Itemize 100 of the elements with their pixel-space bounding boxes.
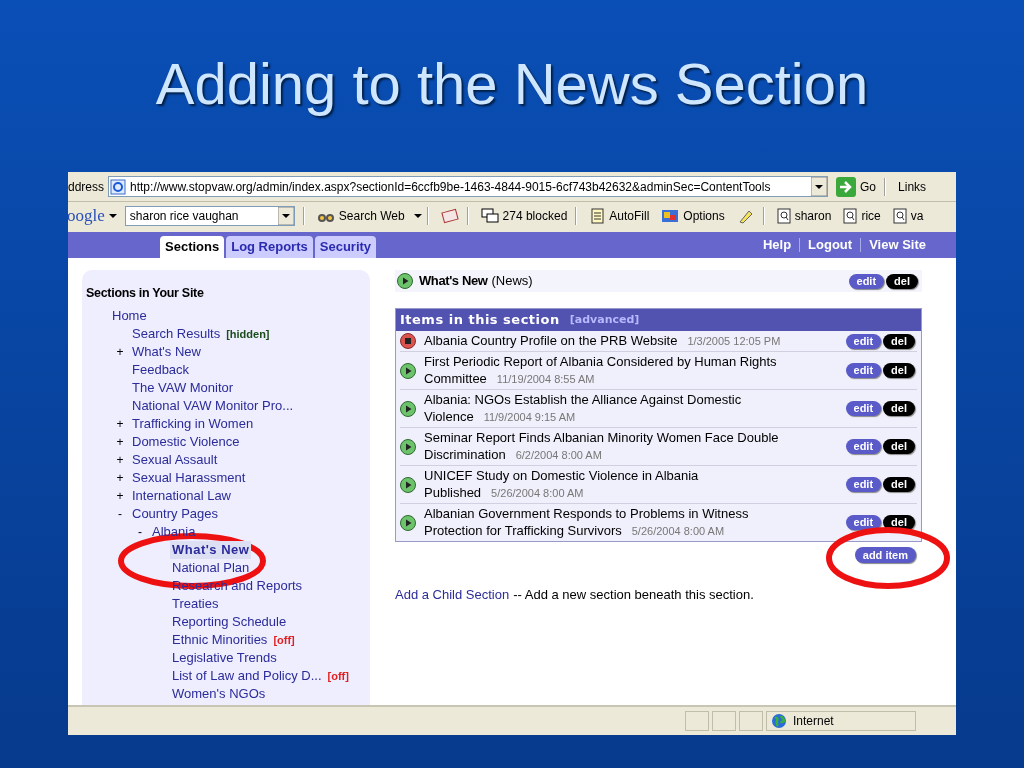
tree-item[interactable]: Trafficking in Women — [130, 414, 256, 433]
play-icon — [400, 400, 416, 417]
tree-item[interactable]: Sexual Harassment — [130, 468, 248, 487]
add-item-button[interactable]: add item — [854, 547, 916, 563]
caret-icon[interactable] — [412, 212, 423, 220]
dropdown-arrow-icon[interactable] — [811, 177, 828, 196]
delete-button[interactable]: del — [886, 273, 918, 289]
edit-button[interactable]: edit — [845, 477, 882, 492]
tree-item[interactable]: National Plan — [170, 558, 252, 577]
items-panel-title: Items in this section — [400, 311, 560, 330]
sidebar-title: Sections in Your Site — [86, 285, 205, 302]
news-item[interactable]: Albania: NGOs Establish the Alliance Against Domestic Violence 11/9/2004 9:15 AM — [424, 391, 796, 426]
search-field[interactable]: sharon rice vaughan — [124, 206, 295, 226]
news-item[interactable]: Seminar Report Finds Albanian Minority Women Face Double Discrimination 6/2/2004 8:00 AM — [424, 429, 796, 464]
magnifier-icon — [843, 208, 858, 224]
play-icon — [400, 514, 416, 531]
browser-page-icon — [110, 178, 127, 195]
status-pane — [739, 711, 763, 731]
tree-item[interactable]: The VAW Monitor — [130, 378, 236, 397]
toolbar-button[interactable]: Search Web — [312, 207, 409, 225]
magnifier-icon — [776, 208, 791, 224]
status-tag: [off] — [327, 666, 349, 685]
play-icon — [400, 438, 416, 455]
tree-item[interactable]: Domestic Violence — [130, 432, 242, 451]
section-name: What's New — [419, 272, 488, 291]
toolbar-button[interactable]: 274 blocked — [476, 207, 572, 225]
options-icon — [661, 208, 680, 224]
search-logo: oogle — [68, 205, 105, 228]
security-zone: Internet — [793, 713, 834, 730]
toggle-sign[interactable]: + — [116, 434, 124, 449]
tree-item[interactable]: Sexual Assault — [130, 450, 220, 469]
tree-item[interactable]: Search Results — [130, 324, 223, 343]
toggle-sign[interactable]: + — [116, 344, 124, 359]
tree-item[interactable]: What's New — [170, 540, 252, 559]
toolbar-button[interactable]: rice — [839, 207, 885, 225]
toggle-sign[interactable]: + — [116, 488, 124, 503]
tree-item[interactable]: Reporting Schedule — [170, 612, 289, 631]
tree-item[interactable]: List of Law and Policy D... — [170, 666, 324, 685]
form-icon — [589, 208, 606, 224]
dropdown-arrow-icon[interactable] — [277, 207, 294, 225]
address-label: ddress — [68, 178, 105, 196]
slide-title: Adding to the News Section — [155, 49, 869, 118]
news-item[interactable]: Albanian Government Responds to Problems in Witness Protection for Trafficking Survivors 5/26/2004 8:00 AM — [424, 505, 796, 540]
caret-icon[interactable] — [108, 212, 117, 220]
edit-button[interactable]: edit — [845, 333, 882, 349]
news-item[interactable]: Albania Country Profile on the PRB Website 1/3/2005 12:05 PM — [424, 332, 796, 350]
nav-tab[interactable]: Sections — [160, 236, 225, 258]
toggle-sign[interactable]: - — [138, 524, 142, 539]
toolbar-button[interactable]: Options — [657, 207, 729, 225]
toggle-sign[interactable]: + — [116, 452, 124, 467]
tree-item[interactable]: Women's NGOs — [170, 684, 268, 703]
toolbar-button[interactable]: AutoFill — [585, 207, 654, 225]
toolbar-button[interactable]: va — [888, 207, 928, 225]
tree-item[interactable]: Country Pages — [130, 504, 220, 523]
tree-item[interactable]: National VAW Monitor Pro... — [130, 396, 296, 415]
magnifier-icon — [892, 208, 907, 224]
status-pane — [712, 711, 736, 731]
play-icon — [400, 476, 416, 493]
stop-icon — [400, 333, 416, 349]
tree-item[interactable]: Feedback — [130, 360, 192, 379]
nav-link[interactable]: View Site — [869, 235, 926, 255]
globe-icon — [771, 713, 787, 729]
toggle-sign[interactable]: + — [116, 470, 124, 485]
tree-item[interactable]: Treaties — [170, 594, 221, 613]
tree-item[interactable]: Legislative Trends — [170, 648, 279, 667]
nav-tab[interactable]: Log Reports — [226, 236, 313, 258]
nav-link[interactable]: Help — [762, 235, 792, 255]
edit-button[interactable]: edit — [848, 273, 885, 289]
toggle-sign[interactable]: + — [116, 416, 124, 431]
toolbar-button[interactable]: sharon — [772, 207, 836, 225]
status-pane — [685, 711, 709, 731]
delete-button[interactable]: del — [883, 333, 915, 349]
news-item[interactable]: UNICEF Study on Domestic Violence in Albania Published 5/26/2004 8:00 AM — [424, 467, 796, 502]
tree-item[interactable]: International Law — [130, 486, 233, 505]
delete-button[interactable]: del — [883, 439, 915, 454]
go-button[interactable]: Go — [836, 176, 877, 197]
edit-button[interactable]: edit — [845, 439, 882, 454]
status-tag: [hidden] — [226, 324, 270, 343]
toggle-sign[interactable]: - — [118, 506, 122, 521]
delete-button[interactable]: del — [883, 401, 915, 416]
popup-window-icon — [480, 208, 499, 224]
nav-tab[interactable]: Security — [314, 236, 377, 258]
delete-button[interactable]: del — [883, 363, 915, 378]
tree-item[interactable]: Ethnic Minorities — [170, 630, 270, 649]
nav-link[interactable]: Logout — [808, 235, 853, 255]
add-child-section-link[interactable]: Add a Child Section — [395, 587, 510, 602]
tree-item[interactable]: What's New — [130, 342, 203, 361]
edit-button[interactable]: edit — [845, 363, 882, 378]
status-tag: [off] — [273, 630, 295, 649]
newspaper-icon — [440, 208, 459, 224]
news-item[interactable]: First Periodic Report of Albania Considered by Human Rights Committee 11/19/2004 8:55 AM — [424, 353, 796, 388]
links-label[interactable]: Links — [898, 177, 927, 196]
play-icon — [400, 362, 416, 379]
edit-button[interactable]: edit — [845, 515, 882, 530]
section-type: (News) — [491, 272, 533, 291]
delete-button[interactable]: del — [883, 477, 915, 492]
advanced-link[interactable]: [advanced] — [569, 311, 640, 329]
address-field[interactable]: http://www.stopvaw.org/admin/index.aspx?sectionId=6ccfb9be-1463-4844-9015-6cf743b42632&adminSec=ContentTools — [108, 176, 829, 197]
tree-item[interactable]: Home — [110, 306, 149, 325]
edit-button[interactable]: edit — [845, 401, 882, 416]
